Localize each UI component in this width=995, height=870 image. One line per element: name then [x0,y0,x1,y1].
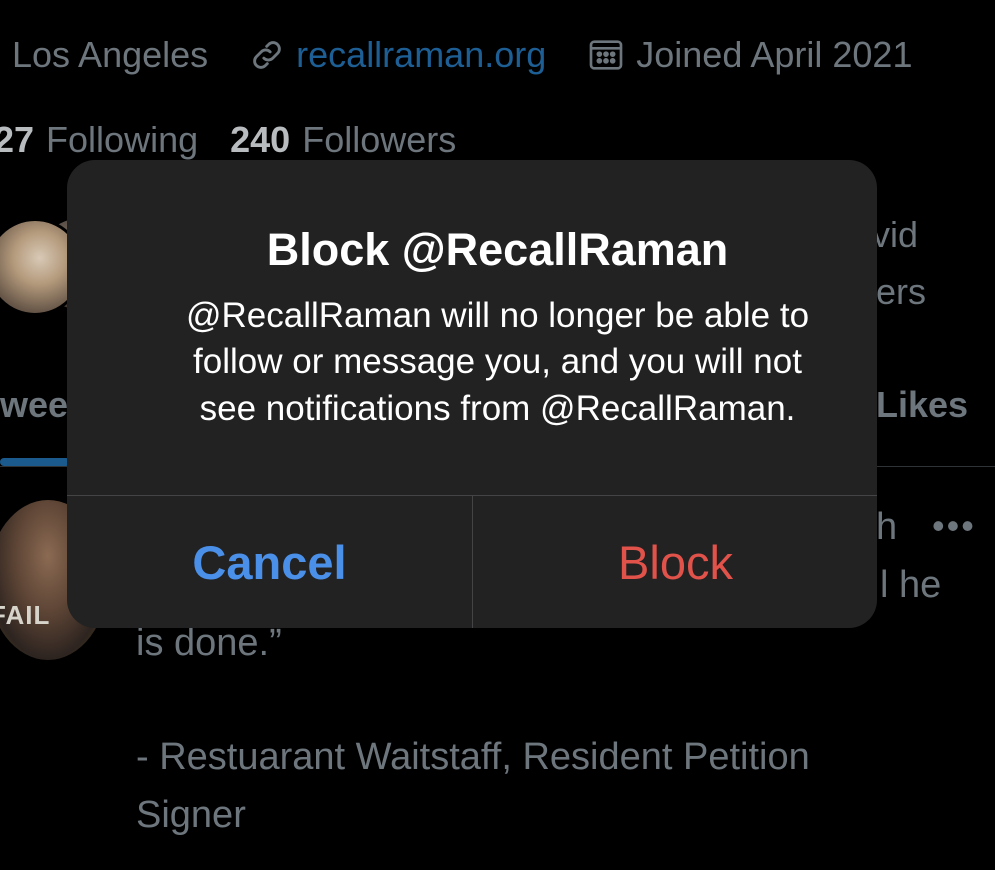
profile-website-link[interactable]: recallraman.org [296,34,546,76]
dialog-message-line: @RecallRaman will no longer be able to [185,296,810,335]
more-horizontal-icon[interactable]: ••• [932,505,976,547]
screen: Los Angeles recallraman.org Joined April… [0,0,995,870]
dialog-message-line: see notifications from @RecallRaman. [199,389,796,428]
dialog-message-line: follow or message you, and you will not [193,342,802,381]
profile-location: Los Angeles [12,34,209,75]
tweet-text-fragment: l he [880,564,942,606]
active-tab-indicator [0,458,70,466]
followers-count[interactable]: 240 [230,119,290,161]
cancel-button[interactable]: Cancel [67,496,472,628]
calendar-icon [586,35,626,75]
dialog-title: Block @RecallRaman [266,224,729,275]
block-button[interactable]: Block [473,496,877,628]
link-icon [248,36,286,74]
tweet-text-line: is done.” [136,622,282,664]
following-count[interactable]: 27 [0,119,34,161]
tweet-text-line: Signer [136,794,246,836]
avatar-text: FAIL [0,600,51,630]
profile-meta-row: Los Angeles recallraman.org Joined April… [12,30,912,80]
profile-joined-date: Joined April 2021 [636,34,913,75]
tweet-text-line: - Restuarant Waitstaff, Resident Petitio… [136,736,810,778]
tweet-header-fragment: h [876,506,898,548]
following-label[interactable]: Following [46,119,198,161]
followers-label[interactable]: Followers [302,119,456,161]
follow-stats: 27 Following 240 Followers [0,116,456,164]
